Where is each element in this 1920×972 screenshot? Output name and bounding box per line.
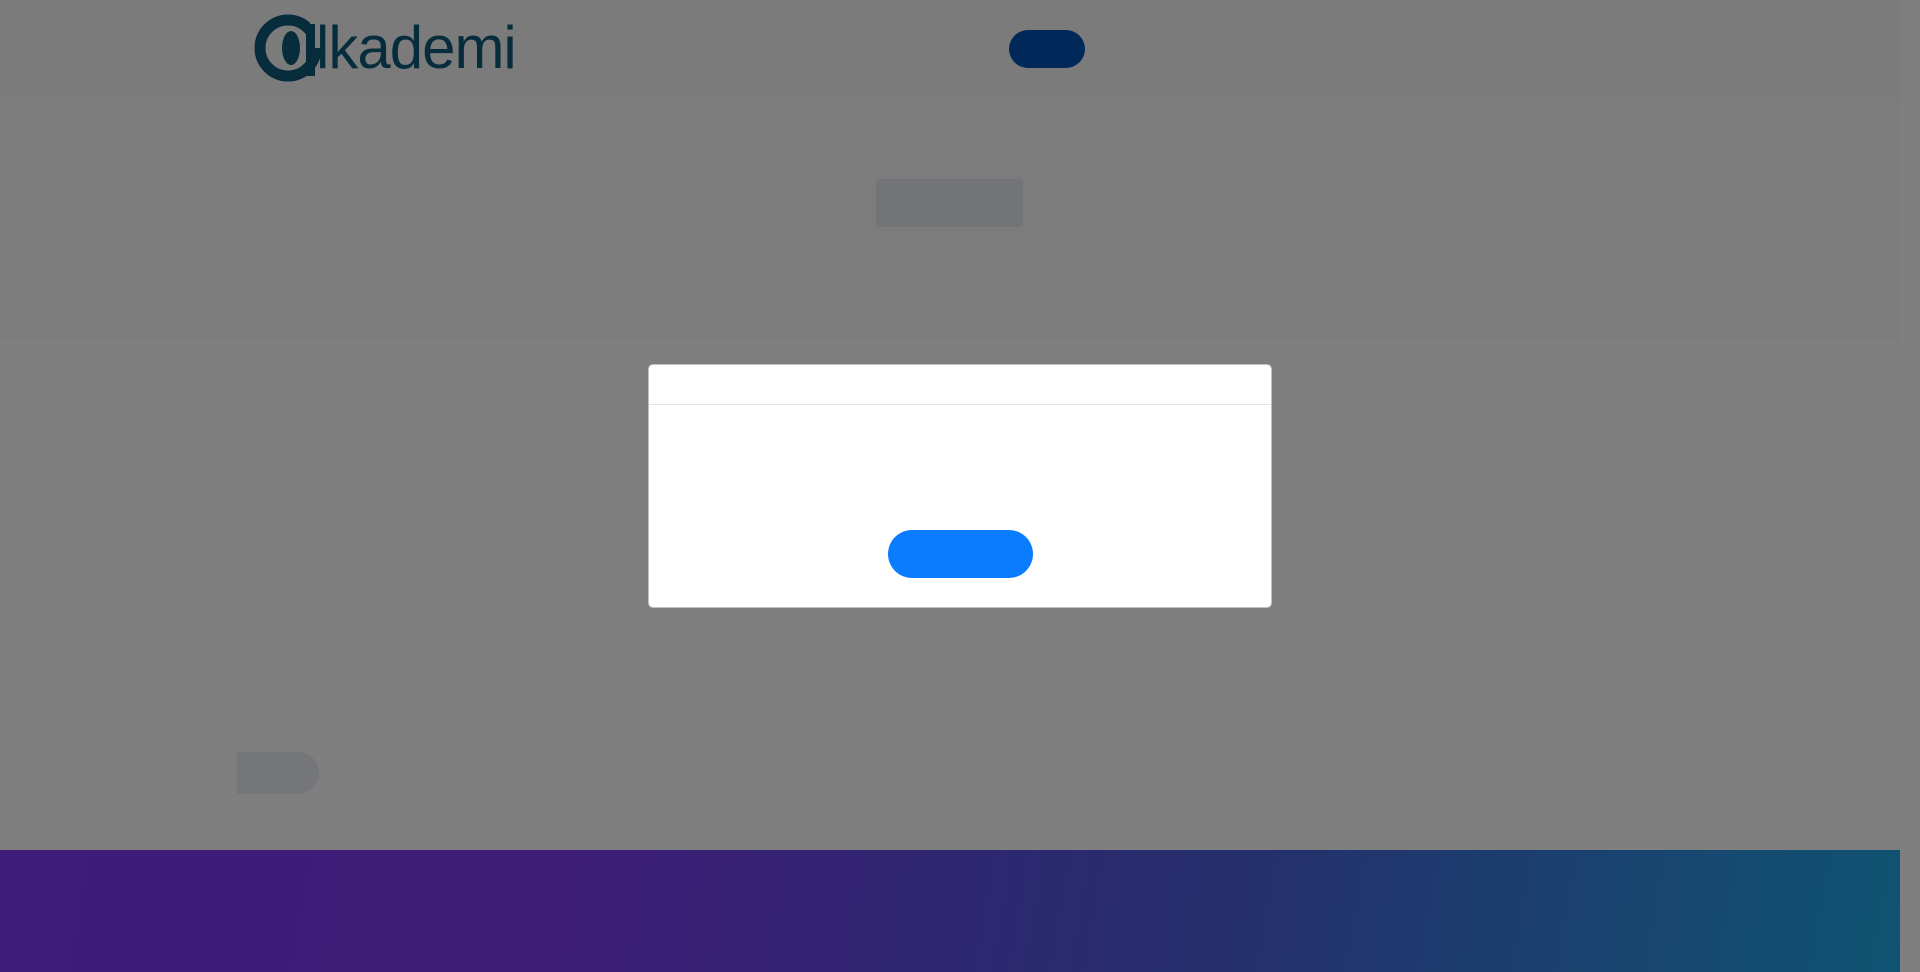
modal-header (649, 365, 1271, 405)
modal-dialog (648, 364, 1272, 608)
page: lkademi (0, 0, 1920, 972)
modal-title (649, 365, 1271, 385)
modal-body (649, 405, 1271, 437)
modal-confirm-button[interactable] (888, 530, 1033, 578)
